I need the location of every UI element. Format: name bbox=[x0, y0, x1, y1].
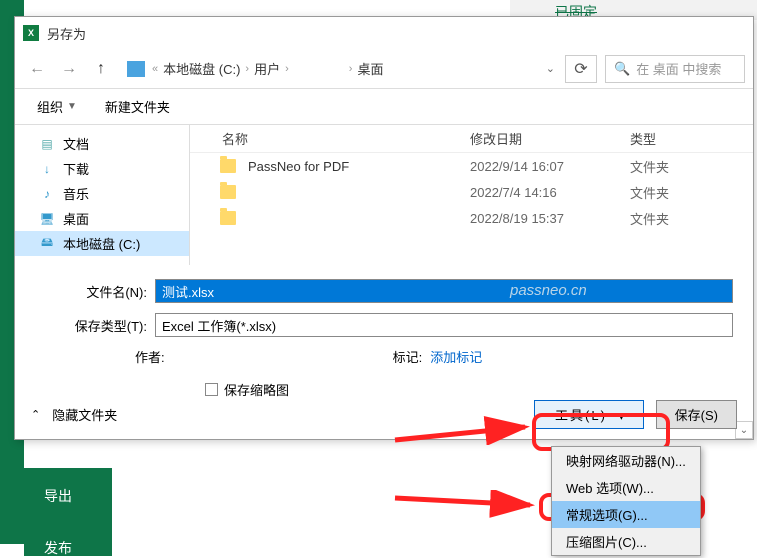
new-folder-button[interactable]: 新建文件夹 bbox=[95, 93, 180, 120]
tools-button[interactable]: 工具(L) ▾ bbox=[534, 400, 644, 429]
tags-label: 标记: bbox=[393, 347, 423, 366]
drive-icon bbox=[127, 61, 145, 77]
filename-label: 文件名(N): bbox=[35, 282, 155, 301]
crumb-desktop[interactable]: 桌面 bbox=[357, 59, 383, 78]
table-row[interactable]: 2022/7/4 14:16 文件夹 bbox=[190, 179, 753, 205]
chevron-down-icon[interactable]: ⌄ bbox=[546, 62, 555, 75]
menu-compress-pics[interactable]: 压缩图片(C)... bbox=[552, 528, 700, 555]
backstage-publish[interactable]: 发布 bbox=[24, 520, 112, 556]
menu-map-drive[interactable]: 映射网络驱动器(N)... bbox=[552, 447, 700, 474]
drive-icon: 🖴 bbox=[39, 236, 55, 252]
add-tags-link[interactable]: 添加标记 bbox=[430, 347, 482, 366]
folder-icon bbox=[220, 159, 236, 173]
tools-dropdown: 映射网络驱动器(N)... Web 选项(W)... 常规选项(G)... 压缩… bbox=[551, 446, 701, 556]
table-row[interactable]: 2022/8/19 15:37 文件夹 bbox=[190, 205, 753, 231]
menu-general-options[interactable]: 常规选项(G)... bbox=[552, 501, 700, 528]
sidebar-item-music[interactable]: ♪音乐 bbox=[15, 181, 189, 206]
thumbnail-checkbox[interactable]: 保存缩略图 bbox=[205, 380, 289, 399]
folder-icon bbox=[220, 211, 236, 225]
crumb-drive[interactable]: 本地磁盘 (C:) bbox=[163, 59, 240, 78]
desktop-icon: 🖥 bbox=[39, 211, 55, 227]
sidebar-item-documents[interactable]: ▤文档 bbox=[15, 131, 189, 156]
filetype-label: 保存类型(T): bbox=[35, 316, 155, 335]
file-list: 名称 修改日期 类型 PassNeo for PDF 2022/9/14 16:… bbox=[190, 125, 753, 265]
sidebar: ▤文档 ↓下载 ♪音乐 🖥桌面 🖴本地磁盘 (C:) ⌄ bbox=[15, 125, 190, 265]
sidebar-item-desktop[interactable]: 🖥桌面 bbox=[15, 206, 189, 231]
download-icon: ↓ bbox=[39, 161, 55, 177]
col-name[interactable]: 名称 bbox=[190, 129, 470, 148]
document-icon: ▤ bbox=[39, 136, 55, 152]
col-date[interactable]: 修改日期 bbox=[470, 129, 630, 148]
chevron-icon: ⌃ bbox=[31, 408, 40, 421]
search-input[interactable]: 🔍 在 桌面 中搜索 bbox=[605, 55, 745, 83]
col-type[interactable]: 类型 bbox=[630, 129, 753, 148]
music-icon: ♪ bbox=[39, 186, 55, 202]
save-button[interactable]: 保存(S) bbox=[656, 400, 737, 429]
organize-button[interactable]: 组织▼ bbox=[27, 93, 87, 120]
menu-web-options[interactable]: Web 选项(W)... bbox=[552, 474, 700, 501]
back-button[interactable]: ← bbox=[23, 55, 51, 83]
search-icon: 🔍 bbox=[614, 61, 630, 77]
sidebar-item-downloads[interactable]: ↓下载 bbox=[15, 156, 189, 181]
up-button[interactable]: ↑ bbox=[87, 55, 115, 83]
hide-folders-link[interactable]: 隐藏文件夹 bbox=[52, 405, 117, 424]
excel-icon: X bbox=[23, 25, 39, 41]
annotation-arrow bbox=[390, 490, 545, 520]
breadcrumb[interactable]: « 本地磁盘 (C:) › 用户 › › 桌面 ⌄ bbox=[127, 59, 561, 78]
save-as-dialog: X 另存为 ← → ↑ « 本地磁盘 (C:) › 用户 › › 桌面 ⌄ ⟳ … bbox=[14, 16, 754, 440]
author-value[interactable] bbox=[173, 347, 213, 366]
filetype-select[interactable] bbox=[155, 313, 733, 337]
crumb-users[interactable]: 用户 bbox=[254, 59, 280, 78]
folder-icon bbox=[220, 185, 236, 199]
filename-input[interactable] bbox=[155, 279, 733, 303]
author-label: 作者: bbox=[135, 347, 165, 366]
refresh-button[interactable]: ⟳ bbox=[565, 55, 597, 83]
table-row[interactable]: PassNeo for PDF 2022/9/14 16:07 文件夹 bbox=[190, 153, 753, 179]
forward-button[interactable]: → bbox=[55, 55, 83, 83]
dialog-title: 另存为 bbox=[47, 24, 86, 43]
sidebar-item-drive[interactable]: 🖴本地磁盘 (C:) bbox=[15, 231, 189, 256]
